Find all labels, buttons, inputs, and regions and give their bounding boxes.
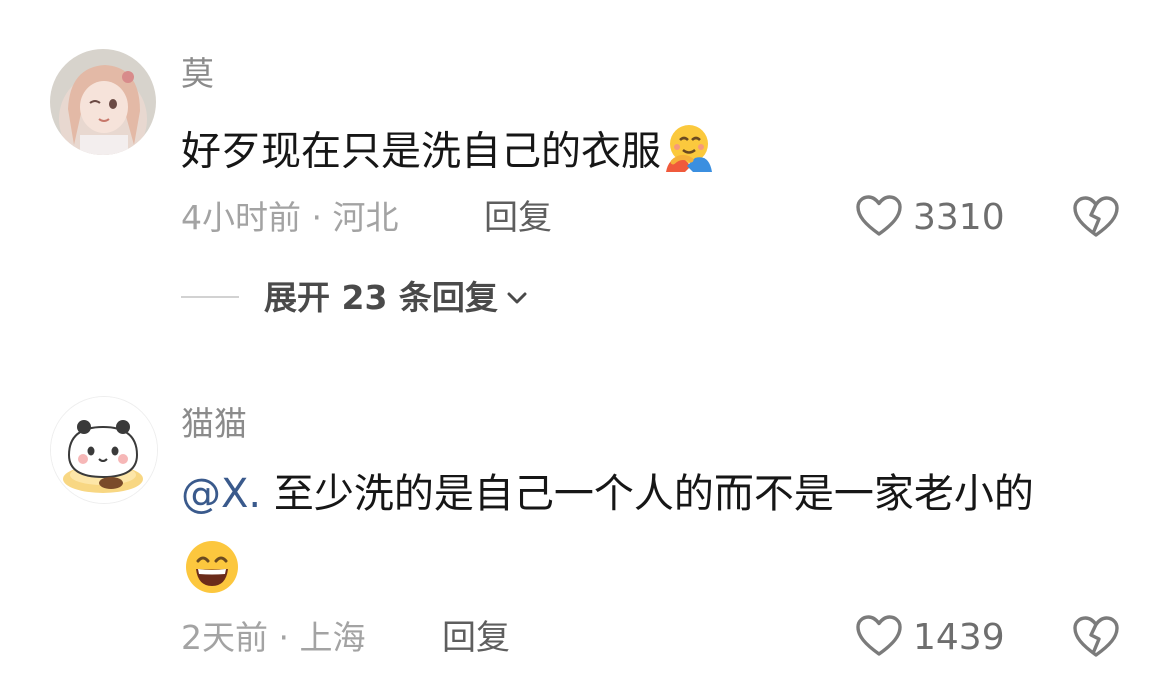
broken-heart-icon xyxy=(1072,616,1120,663)
comment-list: 莫 好歹现在只是洗自己的衣服 4小时前 · 河北 回复 3310 展开 23 条… xyxy=(0,0,1170,688)
comment-body: 好歹现在只是洗自己的衣服 xyxy=(181,128,661,175)
heart-outline-icon xyxy=(855,614,903,662)
grinning-face-emoji xyxy=(183,538,241,600)
avatar[interactable] xyxy=(50,49,156,155)
expand-replies-button[interactable]: 展开 23 条回复 xyxy=(264,278,528,318)
username[interactable]: 猫猫 xyxy=(181,404,247,444)
expand-replies-label: 展开 23 条回复 xyxy=(264,278,498,317)
reply-button[interactable]: 回复 xyxy=(442,618,510,658)
dislike-button[interactable] xyxy=(1072,195,1120,243)
hugging-face-emoji xyxy=(661,120,717,187)
mention-link[interactable]: @X. xyxy=(181,471,261,517)
divider xyxy=(181,296,239,298)
reply-button[interactable]: 回复 xyxy=(484,198,552,238)
comment-meta: 2天前 · 上海 xyxy=(181,618,366,657)
like-count: 1439 xyxy=(913,617,1005,658)
like-button[interactable]: 3310 xyxy=(855,194,1005,242)
broken-heart-icon xyxy=(1072,196,1120,243)
comment-meta: 4小时前 · 河北 xyxy=(181,198,399,237)
dislike-button[interactable] xyxy=(1072,615,1120,663)
comment-text: @X. 至少洗的是自己一个人的而不是一家老小的 xyxy=(181,470,1034,518)
username[interactable]: 莫 xyxy=(181,54,214,94)
chevron-down-icon xyxy=(506,291,528,305)
like-button[interactable]: 1439 xyxy=(855,614,1005,662)
comment-body: 至少洗的是自己一个人的而不是一家老小的 xyxy=(273,471,1034,517)
comment-text: 好歹现在只是洗自己的衣服 xyxy=(181,120,717,187)
avatar[interactable] xyxy=(50,396,158,504)
like-count: 3310 xyxy=(913,197,1005,238)
heart-outline-icon xyxy=(855,194,903,242)
